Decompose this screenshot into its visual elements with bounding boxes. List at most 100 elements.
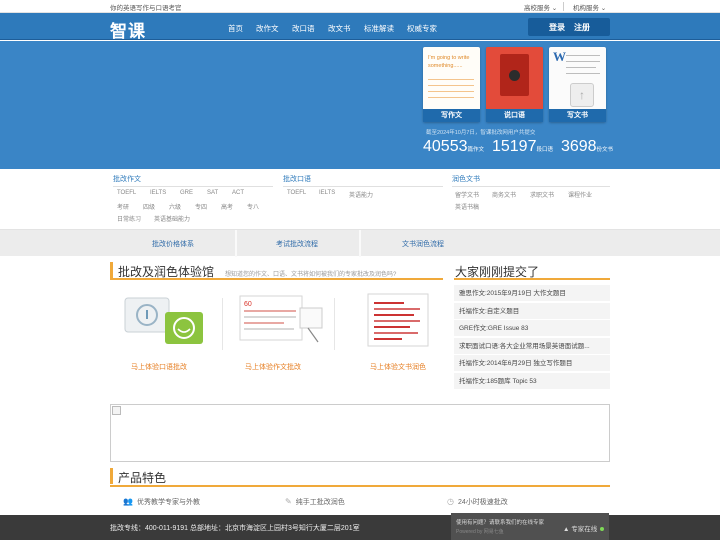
card-caption: 说口语: [486, 109, 543, 122]
feature-label: 24小时极速批改: [457, 499, 508, 506]
speak-card[interactable]: 说口语: [486, 47, 543, 122]
cat-item[interactable]: GRE: [180, 190, 193, 196]
people-icon: 👥: [123, 497, 133, 506]
category-panel: 批改作文 TOEFL IELTS GRE SAT ACT 考研 四级 六级 专四…: [0, 170, 720, 229]
essay-categories: 批改作文 TOEFL IELTS GRE SAT ACT 考研 四级 六级 专四…: [113, 174, 273, 223]
card-caption: 写作文: [423, 109, 480, 122]
upload-arrow-icon: ↑: [570, 83, 594, 107]
register-button[interactable]: 注册: [574, 22, 590, 33]
auth-box: 登录 注册: [528, 18, 610, 36]
sample-text: I'm going to write something......: [428, 55, 470, 69]
svg-text:60: 60: [244, 301, 252, 308]
login-button[interactable]: 登录: [549, 22, 565, 33]
speaking-categories: 批改口语 TOEFL IELTS 英语能力: [283, 174, 443, 199]
doc-line: [566, 61, 600, 62]
chat-widget[interactable]: 使用有问题？请联系我们的在线专家 Powered by 网易七鱼 ▲ 专家在线: [451, 513, 609, 540]
org-service-link[interactable]: 机构服务 ⌄: [573, 2, 606, 12]
stats-note: 截至2024年10月7日，智课批改网用户共提交: [426, 130, 536, 136]
divider: [235, 230, 237, 257]
speaking-demo[interactable]: 马上体验口语批改: [115, 290, 207, 371]
cat-item[interactable]: TOEFL: [287, 190, 306, 196]
recent-item[interactable]: 托福作文:185题库 Topic 53: [454, 373, 610, 390]
top-bar: 你的英语写作与口语考官 高校服务 ⌄ 机构服务 ⌄: [0, 0, 720, 13]
feature-experts: 👥 优秀教学专家与外教: [123, 497, 200, 507]
cat-item[interactable]: 四级: [143, 202, 155, 211]
cat-item[interactable]: 商务文书: [492, 190, 516, 199]
cat-item[interactable]: ACT: [232, 190, 244, 196]
speaking-demo-icon: [124, 297, 203, 344]
nav-standards[interactable]: 标准解读: [364, 23, 394, 34]
doc-flow-link[interactable]: 文书润色流程: [402, 239, 444, 249]
cat-item[interactable]: 专八: [247, 202, 259, 211]
ruled-line: [428, 91, 474, 92]
write-essay-card[interactable]: I'm going to write something...... 写作文: [423, 47, 480, 122]
feature-speed: ◷ 24小时极速批改: [447, 497, 508, 507]
ad-banner[interactable]: [110, 404, 610, 462]
logo[interactable]: 智课: [110, 17, 146, 42]
recent-item[interactable]: 求职面试口语:各大企业常用场景英语面试题...: [454, 338, 610, 355]
pricing-link[interactable]: 批改价格体系: [152, 239, 194, 249]
cat-item[interactable]: IELTS: [319, 190, 335, 196]
cat-item[interactable]: 求职文书: [530, 190, 554, 199]
essay-demo[interactable]: 60 马上体验作文批改: [238, 290, 330, 371]
cat-item[interactable]: 考研: [117, 202, 129, 211]
exam-flow-link[interactable]: 考试批改流程: [276, 239, 318, 249]
section-underline: [110, 485, 610, 487]
cat-item[interactable]: 英语能力: [349, 190, 373, 199]
doc-demo-icon: [367, 293, 429, 347]
features-title: 产品特色: [118, 471, 167, 485]
nav-speaking[interactable]: 改口语: [292, 23, 315, 34]
section-marker: [110, 262, 113, 278]
cat-item[interactable]: 课程作业: [568, 190, 592, 199]
doc-count: 3698: [560, 138, 597, 155]
cat-item[interactable]: 英语书稿: [455, 202, 479, 211]
cat-item[interactable]: IELTS: [150, 190, 166, 196]
cat-item[interactable]: 六级: [169, 202, 181, 211]
stats-row: 40553篇作文 15197段口语 3698份文书: [423, 138, 619, 156]
doc-line: [566, 55, 600, 56]
essay-count: 40553: [423, 138, 468, 155]
category-title: 润色文书: [452, 174, 610, 187]
recent-item[interactable]: GRE作文:GRE Issue 83: [454, 320, 610, 337]
chat-question: 使用有问题？请联系我们的在线专家: [456, 520, 545, 526]
pen-icon: ✎: [285, 497, 292, 506]
cat-item[interactable]: 专四: [195, 202, 207, 211]
try-speaking-link[interactable]: 马上体验口语批改: [131, 362, 187, 372]
cat-item[interactable]: 日常练习: [117, 214, 141, 223]
nav-essay[interactable]: 改作文: [256, 23, 279, 34]
recent-item[interactable]: 托福作文:2014年6月29日 独立写作题目: [454, 355, 610, 372]
nav-docs[interactable]: 改文书: [328, 23, 351, 34]
online-dot-icon: [600, 527, 605, 532]
write-doc-card[interactable]: W ↑ 写文书: [549, 47, 606, 122]
category-title: 批改作文: [113, 174, 273, 187]
recent-item[interactable]: 雅思作文:2015年9月19日 大作文题目: [454, 285, 610, 302]
cat-item[interactable]: 留学文书: [455, 190, 479, 199]
cat-item[interactable]: 英语基础能力: [154, 214, 190, 223]
nav-home[interactable]: 首页: [228, 23, 243, 34]
experience-subtitle: 想知道您的作文、口语、文书将如何被我们的专家批改及润色吗?: [225, 272, 397, 278]
divider: [563, 2, 564, 11]
section-underline: [454, 278, 610, 280]
broken-image-icon: [112, 406, 121, 415]
divider: [334, 298, 335, 350]
try-doc-link[interactable]: 马上体验文书润色: [370, 362, 426, 372]
chat-online-button[interactable]: ▲ 专家在线: [563, 523, 605, 533]
section-underline: [110, 278, 443, 280]
try-essay-link[interactable]: 马上体验作文批改: [245, 362, 301, 372]
doc-demo[interactable]: 马上体验文书润色: [354, 290, 446, 371]
ruled-line: [428, 85, 474, 86]
footer-address: 批改专线：400-011-9191 总部地址：北京市海淀区上园村3号知行大厦二层…: [110, 525, 360, 532]
word-doc-icon: W: [553, 49, 566, 64]
section-marker: [110, 468, 113, 484]
cat-item[interactable]: SAT: [207, 190, 218, 196]
ruled-line: [428, 79, 474, 80]
recent-item[interactable]: 托福作文:自定义题目: [454, 303, 610, 320]
school-service-link[interactable]: 高校服务 ⌄: [524, 2, 557, 12]
speaking-count: 15197: [491, 138, 537, 155]
doc-line: [566, 67, 596, 68]
essay-unit: 篇作文: [467, 147, 485, 153]
cat-item[interactable]: TOEFL: [117, 190, 136, 196]
cat-item[interactable]: 高考: [221, 202, 233, 211]
nav-experts[interactable]: 权威专家: [407, 23, 437, 34]
tagline: 你的英语写作与口语考官: [110, 5, 182, 12]
